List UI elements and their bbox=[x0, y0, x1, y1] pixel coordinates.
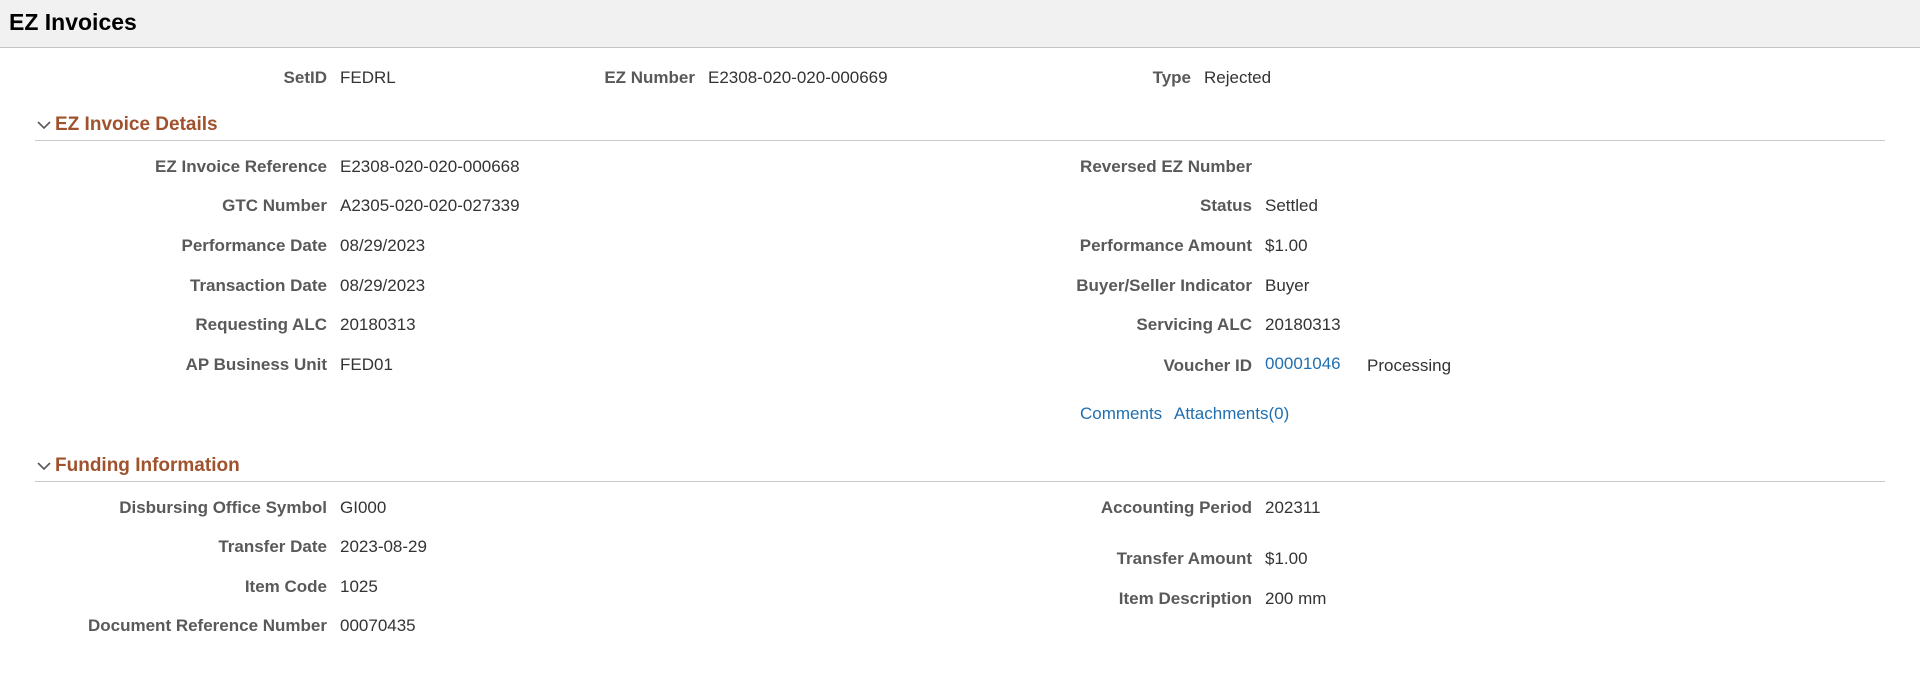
requesting-alc-value: 20180313 bbox=[340, 315, 416, 334]
disbursing-office-symbol-value: GI000 bbox=[340, 498, 387, 517]
voucher-id-link[interactable]: 00001046 bbox=[1265, 353, 1341, 375]
transfer-date-label: Transfer Date bbox=[218, 537, 327, 556]
transfer-amount-value: $1.00 bbox=[1265, 549, 1308, 568]
setid-value: FEDRL bbox=[340, 68, 396, 87]
transaction-date-value: 08/29/2023 bbox=[340, 276, 426, 295]
section-title-ez-invoice-details: EZ Invoice Details bbox=[55, 114, 218, 135]
accounting-period-value: 202311 bbox=[1265, 498, 1321, 517]
performance-date-label: Performance Date bbox=[181, 236, 327, 255]
transfer-amount-label: Transfer Amount bbox=[1116, 549, 1252, 568]
voucher-status-value: Processing bbox=[1367, 356, 1452, 375]
transaction-date-label: Transaction Date bbox=[190, 276, 327, 295]
buyer-seller-indicator-label: Buyer/Seller Indicator bbox=[1076, 276, 1252, 295]
reversed-ez-number-label: Reversed EZ Number bbox=[1080, 157, 1252, 176]
section-title-funding-information: Funding Information bbox=[55, 455, 240, 476]
funding-information-toggle[interactable]: Funding Information bbox=[35, 454, 240, 478]
document-reference-number-label: Document Reference Number bbox=[87, 616, 327, 635]
comments-link[interactable]: Comments bbox=[1080, 403, 1162, 425]
chevron-down-icon bbox=[37, 121, 51, 130]
buyer-seller-indicator-value: Buyer bbox=[1265, 276, 1310, 295]
performance-amount-label: Performance Amount bbox=[1079, 236, 1252, 255]
servicing-alc-value: 20180313 bbox=[1265, 315, 1341, 334]
item-description-label: Item Description bbox=[1118, 589, 1252, 608]
ap-business-unit-label: AP Business Unit bbox=[185, 355, 327, 374]
ez-invoice-details-toggle[interactable]: EZ Invoice Details bbox=[35, 113, 218, 137]
gtc-number-value: A2305-020-020-027339 bbox=[340, 196, 520, 215]
chevron-down-icon bbox=[37, 462, 51, 471]
performance-date-value: 08/29/2023 bbox=[340, 236, 426, 255]
accounting-period-label: Accounting Period bbox=[1100, 498, 1252, 517]
disbursing-office-symbol-label: Disbursing Office Symbol bbox=[119, 498, 327, 517]
performance-amount-value: $1.00 bbox=[1265, 236, 1308, 255]
gtc-number-label: GTC Number bbox=[222, 196, 327, 215]
servicing-alc-label: Servicing ALC bbox=[1136, 315, 1252, 334]
type-value: Rejected bbox=[1204, 68, 1272, 87]
setid-label: SetID bbox=[283, 68, 327, 87]
status-label: Status bbox=[1200, 196, 1252, 215]
requesting-alc-label: Requesting ALC bbox=[195, 315, 327, 334]
attachments-link[interactable]: Attachments(0) bbox=[1174, 403, 1289, 425]
item-code-label: Item Code bbox=[244, 577, 327, 596]
transfer-date-value: 2023-08-29 bbox=[340, 537, 427, 556]
ez-invoice-reference-label: EZ Invoice Reference bbox=[155, 157, 327, 176]
item-description-value: 200 mm bbox=[1265, 589, 1327, 608]
type-label: Type bbox=[1152, 68, 1191, 87]
status-value: Settled bbox=[1265, 196, 1318, 215]
voucher-id-label: Voucher ID bbox=[1163, 356, 1252, 375]
ez-number-value: E2308-020-020-000669 bbox=[708, 68, 888, 87]
ap-business-unit-value: FED01 bbox=[340, 355, 393, 374]
document-reference-number-value: 00070435 bbox=[340, 616, 416, 635]
page-header: EZ Invoices bbox=[0, 0, 1920, 48]
section-divider bbox=[35, 481, 1885, 482]
page-title: EZ Invoices bbox=[9, 9, 137, 35]
ez-invoice-reference-value: E2308-020-020-000668 bbox=[340, 157, 520, 176]
item-code-value: 1025 bbox=[340, 577, 378, 596]
ez-number-label: EZ Number bbox=[604, 68, 695, 87]
section-divider bbox=[35, 140, 1885, 141]
